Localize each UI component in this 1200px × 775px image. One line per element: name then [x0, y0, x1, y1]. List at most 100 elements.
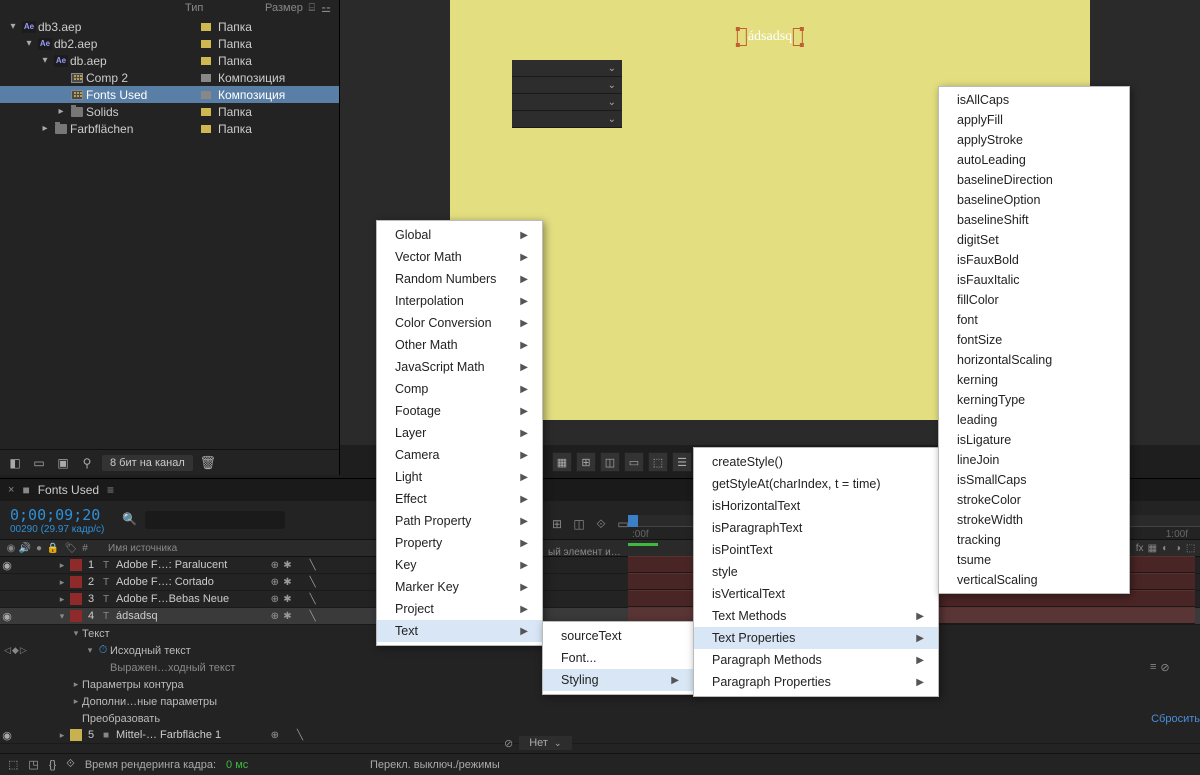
timeline-tab[interactable]: Fonts Used	[38, 483, 99, 497]
guides-icon[interactable]: ⊞	[576, 452, 596, 472]
current-timecode[interactable]: 0;00;09;20	[10, 506, 104, 524]
menu-item[interactable]: lineJoin	[939, 450, 1129, 470]
project-item[interactable]: ▸SolidsПапка	[0, 103, 339, 120]
property-row[interactable]: ▸Дополни…ные параметры	[0, 693, 1200, 710]
layer-name[interactable]: Mittel-… Farbfläche 1	[114, 729, 269, 741]
timeline-search[interactable]: 🔍	[122, 511, 284, 529]
toggle-switches-button[interactable]: Перекл. выключ./режимы	[370, 759, 500, 771]
expand-toggle[interactable]: ▾	[38, 55, 52, 66]
menu-item[interactable]: baselineDirection	[939, 170, 1129, 190]
menu-item[interactable]: Layer▶	[377, 422, 542, 444]
layer-name[interactable]: ádsadsq	[114, 610, 269, 622]
expand-toggle[interactable]: ▸	[56, 577, 68, 588]
item-name[interactable]: Farbflächen	[70, 122, 198, 136]
menu-item[interactable]: baselineShift	[939, 210, 1129, 230]
selected-text-layer[interactable]: ádsadsq	[737, 28, 803, 46]
switch[interactable]: ╲	[307, 576, 319, 589]
label-chip[interactable]	[70, 610, 82, 622]
menu-item[interactable]: isVerticalText	[694, 583, 938, 605]
footer-icon[interactable]: ⬚	[8, 758, 18, 771]
menu-item[interactable]: Styling▶	[543, 669, 693, 691]
3d-icon[interactable]: ⬚	[648, 452, 668, 472]
menu-item[interactable]: strokeWidth	[939, 510, 1129, 530]
solo-column-icon[interactable]: ●	[32, 543, 46, 554]
switch[interactable]: ╲	[294, 729, 306, 742]
number-column[interactable]: #	[78, 543, 92, 554]
menu-item[interactable]: applyStroke	[939, 130, 1129, 150]
expand-toggle[interactable]: ▾	[84, 645, 96, 656]
menu-item[interactable]: createStyle()	[694, 451, 938, 473]
menu-item[interactable]: Light▶	[377, 466, 542, 488]
menu-item[interactable]: sourceText	[543, 625, 693, 647]
frame-blend-icon[interactable]: ▦	[1147, 543, 1158, 554]
menu-item[interactable]: Text Properties▶	[694, 627, 938, 649]
expand-toggle[interactable]: ▸	[56, 594, 68, 605]
text-layer-content[interactable]: ádsadsq	[747, 29, 793, 45]
menu-item[interactable]: strokeColor	[939, 490, 1129, 510]
item-name[interactable]: Comp 2	[86, 71, 198, 85]
reset-link[interactable]: Сбросить	[1151, 713, 1200, 725]
project-item[interactable]: ▾Aedb2.aepПапка	[0, 35, 339, 52]
menu-item[interactable]: tsume	[939, 550, 1129, 570]
styling-submenu[interactable]: createStyle()getStyleAt(charIndex, t = t…	[693, 447, 939, 697]
link-icon[interactable]: ⊘	[504, 737, 513, 750]
ruler-icon[interactable]: ⟐	[592, 515, 610, 533]
mode-dropdown[interactable]: ⌄	[512, 60, 622, 77]
menu-item[interactable]: Other Math▶	[377, 334, 542, 356]
property-row[interactable]: ПреобразоватьСбросить	[0, 710, 1200, 727]
blend-mode-dropdown[interactable]: Нет⌄	[519, 736, 571, 750]
layer-name[interactable]: Adobe F…Bebas Neue	[114, 593, 269, 605]
switch[interactable]: ╲	[307, 559, 319, 572]
expand-toggle[interactable]: ▸	[56, 560, 68, 571]
switch[interactable]: ⊕	[269, 593, 281, 606]
menu-item[interactable]: style	[694, 561, 938, 583]
selection-handle-right[interactable]	[793, 28, 803, 46]
menu-item[interactable]: Random Numbers▶	[377, 268, 542, 290]
menu-item[interactable]: Color Conversion▶	[377, 312, 542, 334]
audio-column-icon[interactable]: 🔊	[18, 543, 32, 554]
switch[interactable]: ⊕	[269, 610, 281, 623]
menu-item[interactable]: isHorizontalText	[694, 495, 938, 517]
menu-item[interactable]: horizontalScaling	[939, 350, 1129, 370]
label-chip[interactable]	[70, 559, 82, 571]
menu-item[interactable]: font	[939, 310, 1129, 330]
footer-icon[interactable]: {}	[49, 759, 56, 771]
panel-menu-icon[interactable]: ≡	[107, 483, 114, 497]
mode-dropdown[interactable]: ⌄	[512, 94, 622, 111]
mask-icon[interactable]: ◫	[600, 452, 620, 472]
lock-column-icon[interactable]: 🔒	[46, 543, 60, 554]
new-folder-icon[interactable]: ▭	[30, 454, 48, 472]
expand-toggle[interactable]: ▾	[56, 611, 68, 622]
view-flow-icon[interactable]: ⚍	[321, 2, 331, 15]
menu-item[interactable]: isSmallCaps	[939, 470, 1129, 490]
text-properties-submenu[interactable]: isAllCapsapplyFillapplyStrokeautoLeading…	[938, 86, 1130, 594]
fx-icon[interactable]: fx	[1134, 543, 1145, 554]
label-column-icon[interactable]: 🏷	[64, 543, 78, 554]
visibility-toggle[interactable]: ◉	[0, 729, 14, 742]
menu-item[interactable]: verticalScaling	[939, 570, 1129, 590]
menu-item[interactable]: Paragraph Properties▶	[694, 671, 938, 693]
property-name[interactable]: Преобразовать	[82, 713, 1151, 725]
property-name[interactable]: Дополни…ные параметры	[82, 696, 1200, 708]
expand-toggle[interactable]: ▾	[70, 628, 82, 639]
trash-icon[interactable]: 🗑	[199, 454, 217, 472]
switch[interactable]: ⊕	[269, 559, 281, 572]
expression-category-menu[interactable]: Global▶Vector Math▶Random Numbers▶Interp…	[376, 220, 543, 646]
menu-item[interactable]: Font...	[543, 647, 693, 669]
label-chip[interactable]	[70, 729, 82, 741]
footer-icon[interactable]: ⟐	[66, 758, 75, 771]
menu-item[interactable]: Text Methods▶	[694, 605, 938, 627]
menu-item[interactable]: Interpolation▶	[377, 290, 542, 312]
menu-item[interactable]: Effect▶	[377, 488, 542, 510]
expand-toggle[interactable]: ▾	[6, 21, 20, 32]
menu-item[interactable]: Global▶	[377, 224, 542, 246]
view-tree-icon[interactable]: ⌸	[309, 2, 316, 15]
menu-item[interactable]: fillColor	[939, 290, 1129, 310]
project-item[interactable]: Comp 2Композиция	[0, 69, 339, 86]
more-icon[interactable]: ☰	[672, 452, 692, 472]
menu-item[interactable]: isAllCaps	[939, 90, 1129, 110]
project-item[interactable]: Fonts UsedКомпозиция	[0, 86, 339, 103]
eye-column-icon[interactable]: ◉	[4, 543, 18, 554]
item-name[interactable]: db2.aep	[54, 37, 198, 51]
menu-item[interactable]: isPointText	[694, 539, 938, 561]
